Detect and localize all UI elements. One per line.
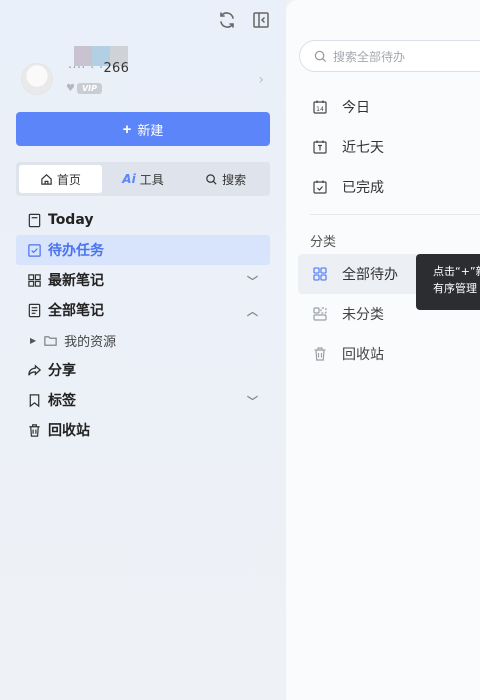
home-icon (41, 173, 52, 185)
divider (310, 214, 480, 215)
new-button[interactable]: + 新建 (16, 112, 270, 146)
plus-icon: + (122, 120, 132, 138)
nav-todo[interactable]: 待办任务 (16, 235, 270, 265)
chevron-down-icon[interactable]: ﹀ (247, 393, 258, 409)
vip-heart-icon: ♥ (66, 83, 75, 94)
filter-next7-label: 近七天 (342, 140, 384, 156)
chevron-up-icon[interactable]: ︿ (247, 303, 258, 319)
tab-tools[interactable]: Ai 工具 (102, 165, 185, 193)
grid-icon (26, 272, 42, 288)
bookmark-icon (26, 392, 42, 408)
filter-list: 14 今日 近七天 已完成 (298, 87, 480, 207)
grid-icon (313, 267, 327, 281)
document-icon (26, 302, 42, 318)
chevron-right-icon: › (258, 72, 264, 88)
nav-my-resources[interactable]: ▶ 我的资源 (16, 325, 270, 355)
sidebar-nav: Today 待办任务 最新笔记 ﹀ 全部笔记 ︿ ▶ 我的资源 分享 标签 ﹀ … (16, 205, 270, 445)
new-button-label: 新建 (137, 122, 164, 138)
nav-all-notes-label: 全部笔记 (48, 303, 104, 319)
nav-my-resources-label: 我的资源 (64, 334, 117, 350)
trash-icon (26, 422, 42, 438)
category-trash[interactable]: 回收站 (298, 334, 480, 374)
vip-label: VIP (76, 83, 102, 94)
user-profile[interactable]: ···· · ·266 ♥ VIP › (18, 46, 270, 108)
nav-trash[interactable]: 回收站 (16, 415, 270, 445)
caret-right-icon[interactable]: ▶ (30, 336, 36, 345)
nav-recent-notes[interactable]: 最新笔记 ﹀ (16, 265, 270, 295)
sidebar: ···· · ·266 ♥ VIP › + 新建 首页 Ai 工具 搜索 Tod… (0, 0, 286, 700)
tooltip-line-2: 有序管理 (433, 282, 477, 295)
filter-done[interactable]: 已完成 (298, 167, 480, 207)
tab-search-label: 搜索 (222, 172, 247, 187)
nav-share[interactable]: 分享 (16, 355, 270, 385)
collapse-sidebar-icon[interactable] (250, 9, 272, 31)
category-uncategorized-label: 未分类 (342, 307, 384, 323)
search-icon (314, 50, 327, 62)
tooltip-line-1: 点击“+”新 (433, 265, 480, 278)
tab-search[interactable]: 搜索 (184, 165, 267, 193)
nav-tags-label: 标签 (48, 393, 76, 409)
sidebar-toolbar (216, 9, 272, 31)
category-all-todo-label: 全部待办 (342, 267, 398, 283)
chevron-down-icon[interactable]: ﹀ (247, 273, 258, 289)
filter-today-label: 今日 (342, 100, 370, 116)
filter-today[interactable]: 14 今日 (298, 87, 480, 127)
ai-icon: Ai (122, 172, 136, 186)
tab-tools-label: 工具 (139, 172, 164, 187)
vip-badge: ♥ VIP (66, 83, 102, 94)
sidebar-tabs: 首页 Ai 工具 搜索 (16, 162, 270, 196)
nav-all-notes[interactable]: 全部笔记 ︿ (16, 295, 270, 325)
nav-today-label: Today (48, 212, 94, 228)
share-icon (26, 362, 42, 378)
main-panel: 搜索全部待办 14 今日 近七天 已完成 分类 全部待办 未分类 回收站 (286, 0, 480, 700)
section-title: 分类 (310, 235, 337, 250)
calendar-week-icon (313, 140, 327, 154)
filter-done-label: 已完成 (342, 180, 384, 196)
category-trash-label: 回收站 (342, 347, 384, 363)
username: ···· · ·266 (68, 61, 130, 76)
search-placeholder: 搜索全部待办 (333, 49, 406, 64)
search-input[interactable]: 搜索全部待办 (299, 40, 480, 72)
search-icon (206, 173, 217, 185)
checkbox-icon (26, 242, 42, 258)
tab-home[interactable]: 首页 (19, 165, 102, 193)
sync-icon[interactable] (216, 9, 238, 31)
svg-text:14: 14 (316, 106, 324, 113)
folder-icon (42, 332, 58, 348)
note-icon (26, 212, 42, 228)
nav-todo-label: 待办任务 (48, 243, 104, 259)
tab-home-label: 首页 (56, 172, 81, 187)
tooltip: 点击“+”新 有序管理 (416, 254, 480, 310)
calendar-check-icon (313, 180, 327, 194)
avatar[interactable] (22, 64, 52, 94)
nav-tags[interactable]: 标签 ﹀ (16, 385, 270, 415)
trash-icon (314, 347, 326, 361)
filter-next7[interactable]: 近七天 (298, 127, 480, 167)
nav-share-label: 分享 (48, 363, 76, 379)
nav-trash-label: 回收站 (48, 423, 90, 439)
calendar-today-icon: 14 (313, 100, 327, 114)
uncategorized-icon (313, 307, 327, 321)
nav-recent-notes-label: 最新笔记 (48, 273, 104, 289)
nav-today[interactable]: Today (16, 205, 270, 235)
